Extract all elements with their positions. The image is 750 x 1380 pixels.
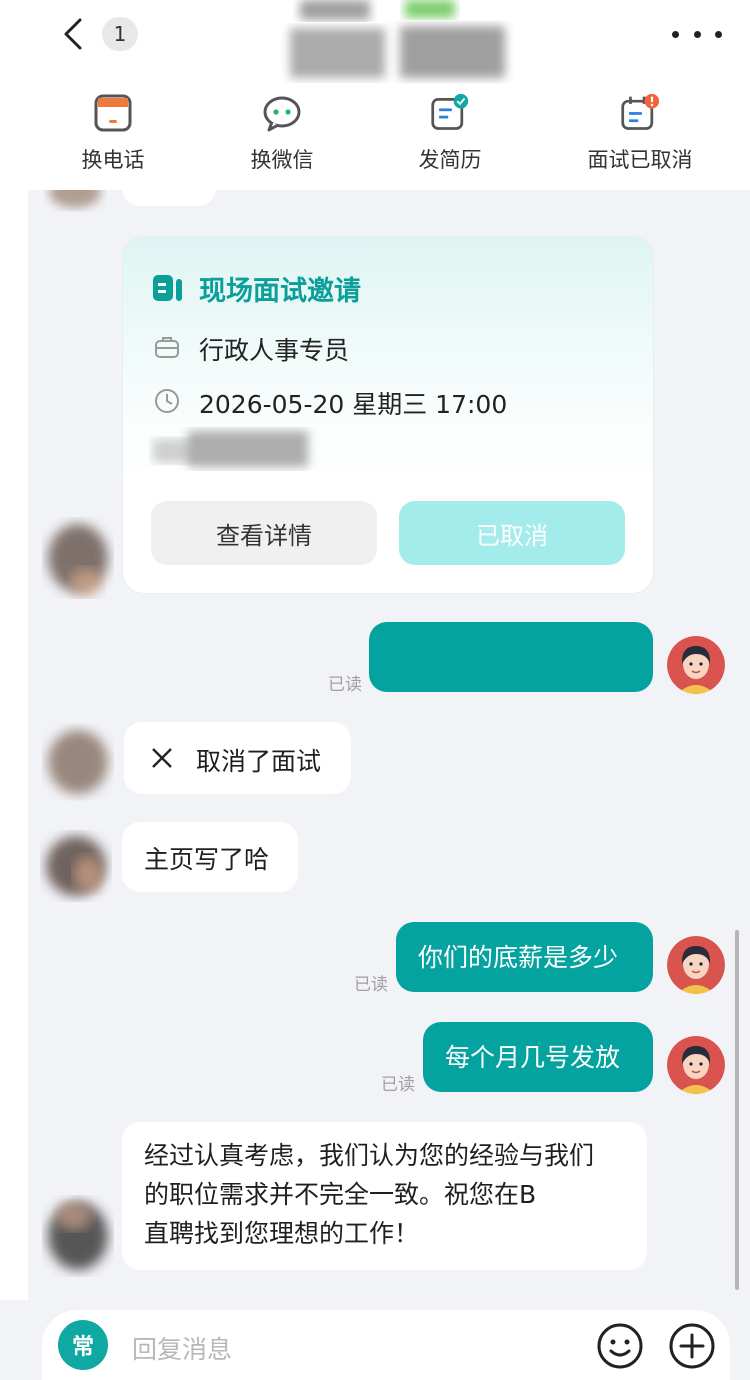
resume-icon xyxy=(431,93,469,130)
my-message-bubble[interactable]: 你们的底薪是多少 xyxy=(396,922,653,992)
my-message-bubble[interactable] xyxy=(369,622,653,692)
recruiter-avatar[interactable] xyxy=(40,190,110,214)
interview-invite-card[interactable]: 现场面试邀请 行政人事专员 2026-05-20 星期三 17:00 查看详情 … xyxy=(122,236,654,594)
recruiter-avatar[interactable] xyxy=(38,1186,118,1282)
my-avatar[interactable] xyxy=(667,1036,725,1094)
my-avatar[interactable] xyxy=(667,636,725,694)
read-receipt: 已读 xyxy=(354,975,388,995)
dot-icon xyxy=(693,30,701,38)
message-line: 的职位需求并不完全一致。祝您在B xyxy=(144,1180,537,1209)
wechat-icon xyxy=(263,96,301,132)
message-bubble-partial xyxy=(122,190,216,206)
message-line: 经过认真考虑，我们认为您的经验与我们 xyxy=(144,1141,595,1170)
view-details-button[interactable]: 查看详情 xyxy=(151,501,377,565)
exchange-wechat-action[interactable]: 换微信 xyxy=(197,88,367,184)
recruiter-avatar[interactable] xyxy=(38,512,118,608)
clock-icon xyxy=(155,389,179,413)
more-options-button[interactable] xyxy=(672,18,722,50)
recruiter-message-bubble[interactable]: 主页写了哈 xyxy=(122,822,298,892)
chat-scrollbar[interactable] xyxy=(735,930,739,1290)
dot-icon xyxy=(672,30,679,38)
emoji-icon[interactable] xyxy=(596,1322,644,1370)
dot-icon xyxy=(715,30,722,38)
message-input-bar: 常 回复消息 xyxy=(0,1300,750,1380)
add-attachment-icon[interactable] xyxy=(668,1322,716,1370)
chevron-left-icon xyxy=(64,18,82,50)
recruiter-avatar[interactable] xyxy=(38,826,114,906)
cancel-notice-text: 取消了面试 xyxy=(196,747,322,776)
quick-actions-bar: 换电话 换微信 发简历 面试已取消 xyxy=(0,88,750,184)
chat-header: 1 换电话 换微信 发简历 面试已取消 xyxy=(0,0,750,190)
recruiter-avatar[interactable] xyxy=(38,722,116,804)
address-blurred xyxy=(153,431,308,467)
back-button[interactable] xyxy=(56,14,96,54)
read-receipt: 已读 xyxy=(381,1075,415,1095)
cancelled-status-button: 已取消 xyxy=(399,501,625,565)
read-receipt: 已读 xyxy=(328,675,362,695)
cancel-notice-bubble: 取消了面试 xyxy=(124,722,351,794)
card-title: 现场面试邀请 xyxy=(199,276,361,307)
job-position: 行政人事专员 xyxy=(199,336,350,365)
action-label: 发简历 xyxy=(418,148,482,172)
action-label: 面试已取消 xyxy=(587,148,693,172)
interview-cancelled-action[interactable]: 面试已取消 xyxy=(555,88,725,184)
exchange-phone-action[interactable]: 换电话 xyxy=(28,88,198,184)
calendar-alert-icon xyxy=(621,93,660,130)
interview-datetime: 2026-05-20 星期三 17:00 xyxy=(199,390,508,419)
building-icon xyxy=(153,275,182,301)
close-icon xyxy=(152,748,172,768)
phone-icon xyxy=(94,94,132,132)
contact-name-blurred xyxy=(290,0,505,78)
send-resume-action[interactable]: 发简历 xyxy=(365,88,535,184)
action-label: 换电话 xyxy=(81,148,145,172)
briefcase-icon xyxy=(155,337,179,358)
message-line: 直聘找到您理想的工作！ xyxy=(144,1219,420,1248)
action-label: 换微信 xyxy=(250,148,314,172)
unread-count-badge: 1 xyxy=(102,17,138,51)
my-message-bubble[interactable]: 每个月几号发放 xyxy=(423,1022,653,1092)
rejection-message-bubble[interactable]: 经过认真考虑，我们认为您的经验与我们 的职位需求并不完全一致。祝您在B 直聘找到… xyxy=(122,1122,647,1270)
my-avatar[interactable] xyxy=(667,936,725,994)
message-input[interactable]: 回复消息 xyxy=(132,1330,232,1366)
message-input-container: 常 回复消息 xyxy=(42,1310,730,1380)
common-phrases-button[interactable]: 常 xyxy=(58,1320,108,1370)
